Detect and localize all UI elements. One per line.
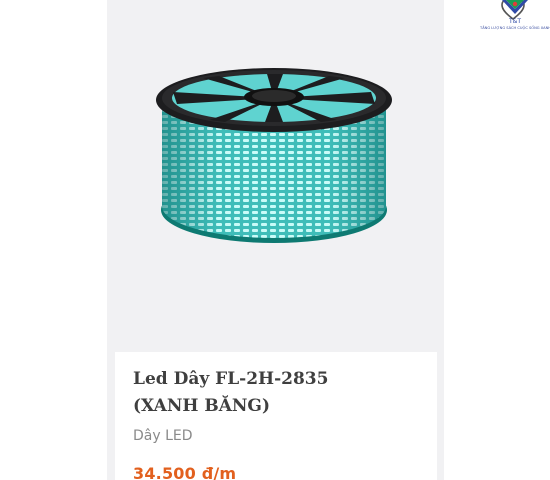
product-image[interactable]: [107, 0, 444, 352]
brand-logo[interactable]: T&T TĂNG LƯỢNG SÁCH CUỘC SỐNG XANH: [480, 0, 550, 36]
led-strip-reel-image: [156, 68, 392, 243]
product-price: 34.500 đ/m: [133, 464, 237, 480]
logo-tagline: TĂNG LƯỢNG SÁCH CUỘC SỐNG XANH: [480, 26, 550, 30]
product-info: Led Dây FL-2H-2835 (XANH BĂNG) Dây LED 3…: [115, 352, 437, 480]
product-name[interactable]: Led Dây FL-2H-2835 (XANH BĂNG): [133, 366, 393, 420]
logo-text: T&T: [508, 18, 521, 25]
page: Led Dây FL-2H-2835 (XANH BĂNG) Dây LED 3…: [0, 0, 550, 480]
product-category[interactable]: Dây LED: [133, 428, 193, 444]
product-card[interactable]: Led Dây FL-2H-2835 (XANH BĂNG) Dây LED 3…: [107, 0, 525, 480]
brand-logo-mark: T&T: [502, 0, 528, 25]
